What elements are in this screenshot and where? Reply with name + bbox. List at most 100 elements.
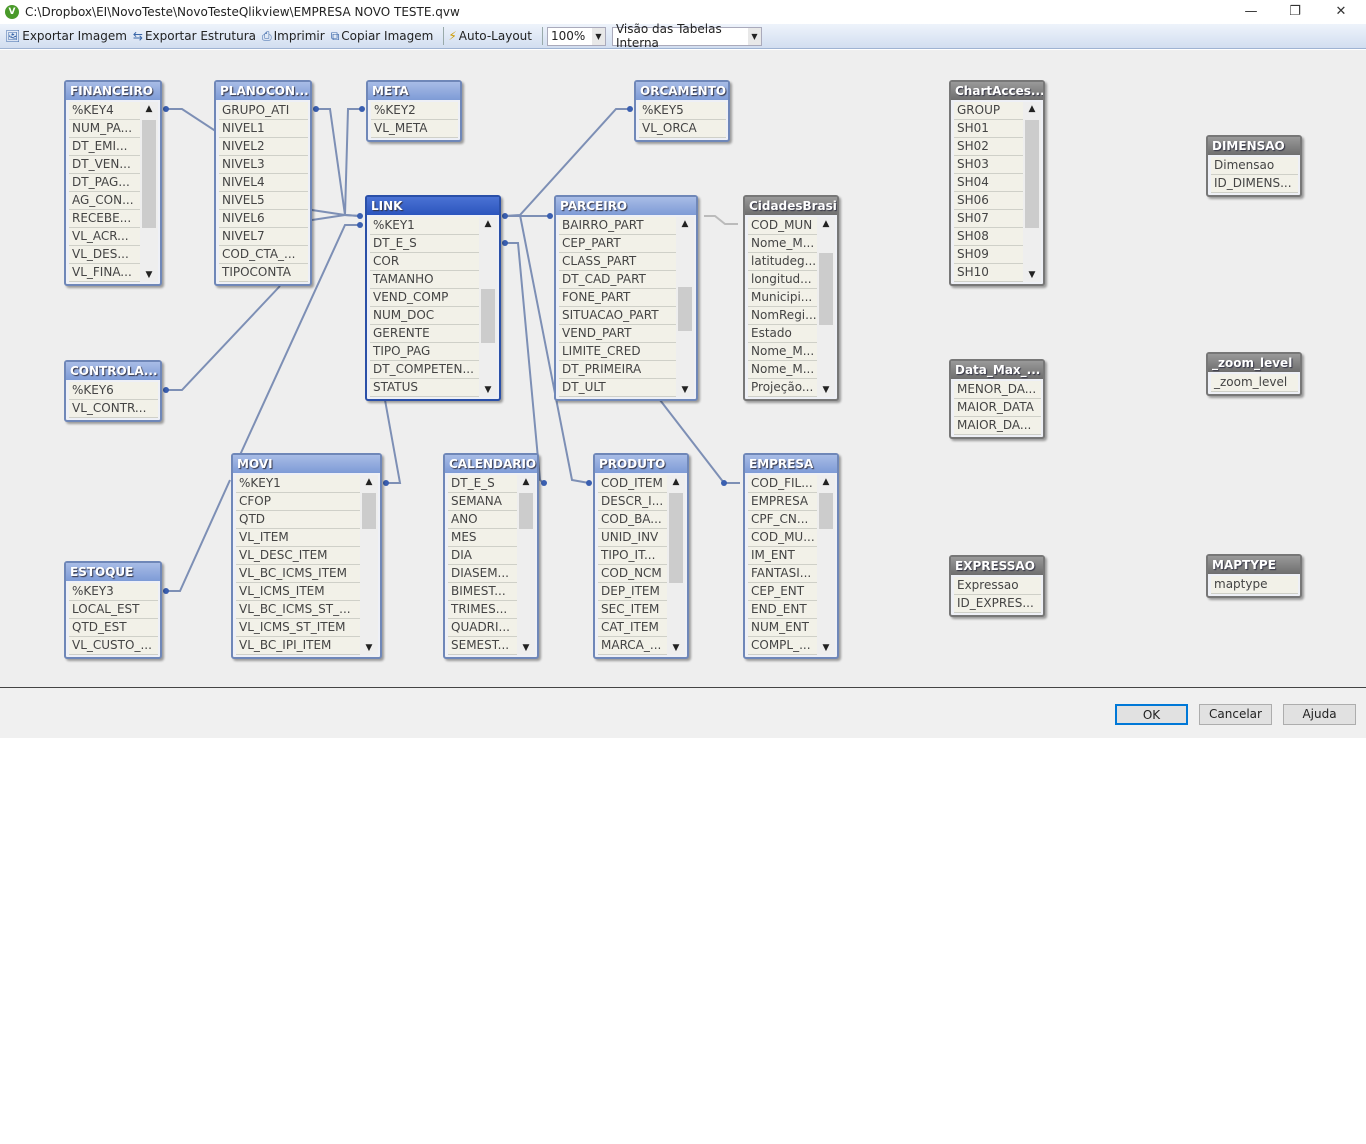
field-item[interactable]: %KEY1 (370, 217, 479, 235)
field-item[interactable]: COD_BA... (598, 511, 667, 529)
field-item[interactable]: QTD (236, 511, 360, 529)
table-header[interactable]: CidadesBrasil (745, 197, 837, 215)
scrollbar-thumb[interactable] (819, 253, 833, 325)
field-item[interactable]: VL_ICMS_ST_ITEM (236, 619, 360, 637)
field-item[interactable]: SH02 (954, 138, 1023, 156)
auto-layout-button[interactable]: ⚡ Auto-Layout (448, 29, 532, 43)
field-item[interactable]: NIVEL2 (219, 138, 308, 156)
field-item[interactable]: COD_FIL... (748, 475, 817, 493)
field-item[interactable]: COD_MUN (748, 217, 817, 235)
table-header[interactable]: CONTROLA... (66, 362, 160, 380)
field-item[interactable]: NomRegi... (748, 307, 817, 325)
field-item[interactable]: Nome_M... (748, 361, 817, 379)
table--zoom-level[interactable]: _zoom_level _zoom_level (1206, 352, 1302, 396)
field-item[interactable]: NIVEL3 (219, 156, 308, 174)
field-item[interactable]: TIPO_PAG (370, 343, 479, 361)
field-item[interactable]: AG_CON... (69, 192, 140, 210)
scroll-up-icon[interactable]: ▲ (667, 477, 685, 487)
field-item[interactable]: SEMEST... (448, 637, 517, 655)
table-link[interactable]: LINK %KEY1 DT_E_S COR TAMANHO VEND_COMP NUM_DO… (365, 195, 501, 401)
scroll-up-icon[interactable]: ▲ (360, 477, 378, 487)
scroll-up-icon[interactable]: ▲ (517, 477, 535, 487)
table-header[interactable]: MOVI (233, 455, 380, 473)
table-header[interactable]: MAPTYPE (1208, 556, 1300, 574)
scrollbar[interactable]: ▲ ▼ (676, 217, 694, 397)
scrollbar[interactable]: ▲ ▼ (479, 217, 497, 397)
field-item[interactable]: CEP_PART (559, 235, 676, 253)
table-expressao[interactable]: EXPRESSAO Expressao ID_EXPRES... (949, 555, 1045, 617)
restore-button[interactable]: ❐ (1272, 2, 1318, 22)
field-item[interactable]: FONE_PART (559, 289, 676, 307)
field-item[interactable]: SH10 (954, 264, 1023, 282)
field-item[interactable]: DT_ULT (559, 379, 676, 397)
chevron-down-icon[interactable]: ▼ (747, 27, 761, 45)
field-item[interactable]: RECEBE... (69, 210, 140, 228)
field-item[interactable]: LOCAL_EST (69, 601, 158, 619)
field-item[interactable]: COD_MU... (748, 529, 817, 547)
field-item[interactable]: MAIOR_DATA (954, 399, 1041, 417)
table-header[interactable]: FINANCEIRO (66, 82, 160, 100)
table-cidadesbrasil[interactable]: CidadesBrasil COD_MUN Nome_M... latitudeg..… (743, 195, 839, 401)
field-item[interactable]: VL_DES... (69, 246, 140, 264)
field-item[interactable]: maptype (1211, 576, 1298, 594)
field-item[interactable]: SEMANA (448, 493, 517, 511)
field-item[interactable]: DT_CAD_PART (559, 271, 676, 289)
table-header[interactable]: _zoom_level (1208, 354, 1300, 372)
close-button[interactable]: ✕ (1318, 2, 1364, 22)
field-item[interactable]: CEP_ENT (748, 583, 817, 601)
field-item[interactable]: Expressao (954, 577, 1041, 595)
cancel-button[interactable]: Cancelar (1199, 704, 1272, 725)
table-header[interactable]: EXPRESSAO (951, 557, 1043, 575)
zoom-select[interactable]: 100% ▼ (546, 26, 606, 46)
field-item[interactable]: %KEY3 (69, 583, 158, 601)
field-item[interactable]: VL_ACR... (69, 228, 140, 246)
field-item[interactable]: MES (448, 529, 517, 547)
scroll-down-icon[interactable]: ▼ (817, 643, 835, 653)
table-header[interactable]: ORCAMENTO (636, 82, 728, 100)
scrollbar-thumb[interactable] (362, 493, 376, 529)
table-viewer-canvas[interactable]: FINANCEIRO %KEY4 NUM_PA... DT_EMI... DT_VEN.… (0, 50, 1366, 687)
scrollbar[interactable]: ▲ ▼ (817, 217, 835, 397)
scrollbar[interactable]: ▲ ▼ (817, 475, 835, 655)
table-produto[interactable]: PRODUTO COD_ITEM DESCR_I... COD_BA... UNID_I… (593, 453, 689, 659)
field-item[interactable]: VL_ICMS_ITEM (236, 583, 360, 601)
view-select[interactable]: Visão das Tabelas Interna ▼ (611, 22, 762, 50)
scroll-down-icon[interactable]: ▼ (676, 385, 694, 395)
scrollbar-thumb[interactable] (819, 493, 833, 529)
chevron-down-icon[interactable]: ▼ (591, 27, 605, 45)
field-item[interactable]: QUADRI... (448, 619, 517, 637)
field-item[interactable]: %KEY5 (639, 102, 726, 120)
table-header[interactable]: ChartAcces... (951, 82, 1043, 100)
field-item[interactable]: DT_E_S (370, 235, 479, 253)
table-financeiro[interactable]: FINANCEIRO %KEY4 NUM_PA... DT_EMI... DT_VEN.… (64, 80, 162, 286)
field-item[interactable]: VL_ORCA (639, 120, 726, 138)
field-item[interactable]: NUM_PA... (69, 120, 140, 138)
field-item[interactable]: Municipi... (748, 289, 817, 307)
table-empresa[interactable]: EMPRESA COD_FIL... EMPRESA CPF_CN... COD_MU.… (743, 453, 839, 659)
minimize-button[interactable]: — (1228, 2, 1274, 22)
field-item[interactable]: SITUACAO_PART (559, 307, 676, 325)
table-data-max[interactable]: Data_Max_... MENOR_DA... MAIOR_DATA MAIOR_D… (949, 359, 1045, 439)
scroll-up-icon[interactable]: ▲ (140, 104, 158, 114)
table-calendario[interactable]: CALENDARIO DT_E_S SEMANA ANO MES DIA DIASEM...… (443, 453, 539, 659)
field-item[interactable]: Nome_M... (748, 343, 817, 361)
scroll-down-icon[interactable]: ▼ (140, 270, 158, 280)
export-structure-button[interactable]: ⇆ Exportar Estrutura (133, 29, 256, 43)
field-item[interactable]: SH04 (954, 174, 1023, 192)
field-item[interactable]: ID_EXPRES... (954, 595, 1041, 613)
field-item[interactable]: DIA (448, 547, 517, 565)
field-item[interactable]: FANTASI... (748, 565, 817, 583)
field-item[interactable]: DIASEM... (448, 565, 517, 583)
scrollbar[interactable]: ▲ ▼ (1023, 102, 1041, 282)
scroll-down-icon[interactable]: ▼ (667, 643, 685, 653)
field-item[interactable]: MAIOR_DA... (954, 417, 1041, 435)
scroll-up-icon[interactable]: ▲ (479, 219, 497, 229)
field-item[interactable]: %KEY2 (371, 102, 458, 120)
field-item[interactable]: SEC_ITEM (598, 601, 667, 619)
field-item[interactable]: CLASS_PART (559, 253, 676, 271)
field-item[interactable]: NUM_DOC (370, 307, 479, 325)
field-item[interactable]: QTD_EST (69, 619, 158, 637)
field-item[interactable]: DEP_ITEM (598, 583, 667, 601)
table-header[interactable]: EMPRESA (745, 455, 837, 473)
field-item[interactable]: CPF_CN... (748, 511, 817, 529)
